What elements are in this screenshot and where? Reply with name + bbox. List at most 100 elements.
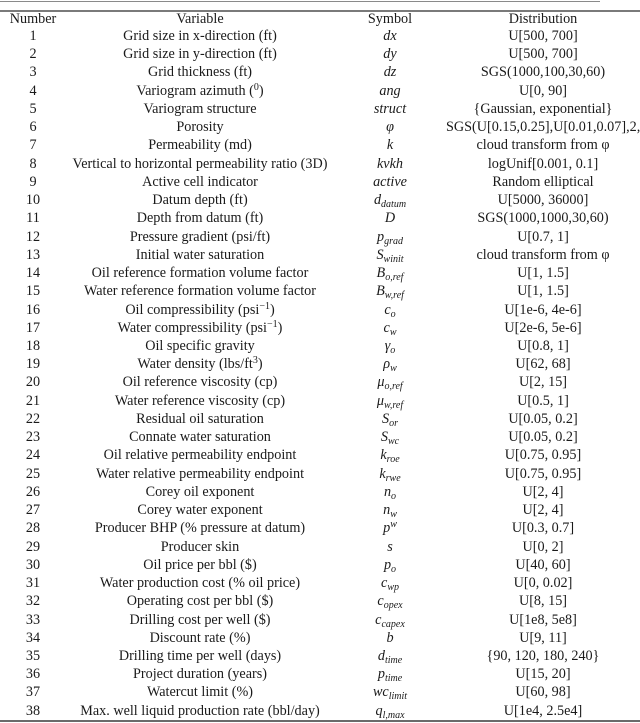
cell-distribution: U[40, 60]: [515, 556, 571, 573]
table-row: 21 Water reference viscosity (cp) μw,ref U[…: [0, 392, 640, 411]
cell-variable: Pressure gradient (psi/ft): [66, 228, 334, 246]
cell-distribution: U[1e4, 2.5e4]: [503, 702, 583, 719]
variable-text: Pressure gradient (psi/ft): [129, 228, 271, 245]
symbol-subscript: capex: [381, 618, 405, 630]
cell-symbol: μw,ref: [334, 392, 446, 411]
variable-text: Grid size in y-direction (ft): [123, 46, 277, 63]
cell-distribution: U[0.5, 1]: [517, 392, 569, 409]
table-row: 17 Water compressibility (psi−1) cw U[2e-6,…: [0, 319, 640, 337]
cell-distribution: U[8, 15]: [518, 593, 568, 610]
variable-suffix: ): [269, 301, 275, 318]
cell-variable: Drilling cost per well ($): [66, 611, 334, 629]
symbol-base: μ: [376, 392, 384, 409]
symbol-base: s: [387, 538, 393, 555]
cell-number: 2: [29, 46, 37, 63]
symbol-base: d: [373, 192, 382, 209]
cell-distribution: U[62, 68]: [515, 356, 571, 373]
cell-variable: Depth from datum (ft): [66, 209, 334, 227]
cell-variable: Discount rate (%): [66, 629, 334, 647]
cell-variable: Oil specific gravity: [66, 337, 334, 355]
cell-symbol: D: [334, 209, 446, 227]
cell-variable: Corey oil exponent: [66, 483, 334, 501]
symbol-base: p: [383, 556, 392, 573]
cell-number: 38: [25, 702, 41, 719]
symbol-base: dy: [383, 46, 397, 63]
cell-number: 20: [25, 374, 41, 391]
cell-variable: Grid thickness (ft): [66, 63, 334, 81]
cell-variable: Variogram structure: [66, 100, 334, 118]
table-row: 24 Oil relative permeability endpoint kroe…: [0, 446, 640, 465]
cell-distribution: U[1e-6, 4e-6]: [504, 301, 582, 318]
variable-suffix: ): [277, 319, 283, 336]
table-row: 32 Operating cost per bbl ($) copex U[8, 15…: [0, 592, 640, 611]
variable-text: Drilling cost per well ($): [129, 611, 271, 628]
symbol-subscript: rwe: [385, 472, 401, 484]
variable-suffix: ): [258, 82, 264, 99]
table-header-row: Number Variable Symbol Distribution: [0, 11, 640, 27]
table-row: 14 Oil reference formation volume factor B…: [0, 264, 640, 283]
cell-variable: Grid size in x-direction (ft): [66, 27, 334, 45]
symbol-subscript: o: [390, 308, 396, 320]
variable-text: Project duration (years): [133, 666, 267, 683]
cell-variable: Residual oil saturation: [66, 410, 334, 428]
variable-text: Permeability (md): [148, 137, 252, 154]
cell-number: 25: [25, 465, 41, 482]
variable-text: Discount rate (%): [149, 629, 251, 646]
table-row: 38 Max. well liquid production rate (bbl/…: [0, 702, 640, 721]
table-row: 29 Producer skin s U[0, 2]: [0, 538, 640, 556]
table-row: 11 Depth from datum (ft) D SGS(1000,1000,30…: [0, 209, 640, 227]
table-row: 10 Datum depth (ft) ddatum U[5000, 36000]: [0, 191, 640, 210]
cell-distribution: Random elliptical: [492, 173, 594, 190]
cell-number: 5: [29, 100, 37, 117]
cell-distribution: U[0.05, 0.2]: [508, 410, 578, 427]
cell-symbol: copex: [334, 592, 446, 611]
cell-symbol: kroe: [334, 446, 446, 465]
cell-distribution: U[1, 1.5]: [517, 265, 569, 282]
cell-symbol: b: [334, 629, 446, 647]
cell-distribution: U[0.8, 1]: [517, 337, 569, 354]
cell-number: 10: [25, 192, 41, 209]
cell-distribution: U[2, 4]: [522, 483, 564, 500]
cell-variable: Initial water saturation: [66, 246, 334, 264]
table-row: 30 Oil price per bbl ($) po U[40, 60]: [0, 556, 640, 575]
table-row: 20 Oil reference viscosity (cp) μo,ref U[2,…: [0, 373, 640, 392]
symbol-base: k: [386, 137, 394, 154]
header-variable: Variable: [176, 11, 224, 27]
table-row: 13 Initial water saturation Swinit cloud tr…: [0, 246, 640, 265]
cell-symbol: ql,max: [334, 702, 446, 721]
cell-symbol: wclimit: [334, 683, 446, 702]
variable-text: Drilling time per well (days): [118, 647, 282, 664]
cell-number: 19: [25, 356, 41, 373]
cell-symbol: γo: [334, 337, 446, 356]
cell-symbol: pgrad: [334, 228, 446, 247]
cell-symbol: po: [334, 556, 446, 575]
symbol-base: q: [375, 702, 383, 719]
symbol-base: d: [377, 647, 385, 664]
symbol-base: dz: [383, 64, 397, 81]
table-row: 34 Discount rate (%) b U[9, 11]: [0, 629, 640, 647]
symbol-base: B: [376, 265, 386, 282]
table-row: 25 Water relative permeability endpoint kr…: [0, 465, 640, 484]
cell-number: 15: [25, 283, 41, 300]
cell-symbol: dy: [334, 45, 446, 63]
table-row: 33 Drilling cost per well ($) ccapex U[1e8,…: [0, 611, 640, 630]
symbol-base: wc: [372, 684, 389, 701]
cell-symbol: dx: [334, 27, 446, 45]
cell-variable: Oil price per bbl ($): [66, 556, 334, 574]
cell-variable: Oil relative permeability endpoint: [66, 446, 334, 464]
table-row: 15 Water reference formation volume facto…: [0, 282, 640, 301]
cell-symbol: ddatum: [334, 191, 446, 210]
variable-text: Vertical to horizontal permeability rati…: [72, 155, 328, 172]
symbol-base: D: [384, 210, 396, 227]
table-row: 22 Residual oil saturation Sor U[0.05, 0.2]: [0, 410, 640, 429]
cell-symbol: Swinit: [334, 246, 446, 265]
variable-text: Oil reference viscosity (cp): [122, 374, 278, 391]
cell-symbol: dz: [334, 63, 446, 81]
cell-number: 12: [25, 228, 41, 245]
symbol-base: p: [377, 666, 385, 683]
cell-symbol: ccapex: [334, 611, 446, 630]
cell-symbol: dtime: [334, 647, 446, 666]
cell-number: 27: [25, 502, 41, 519]
cell-symbol: pw: [334, 519, 446, 537]
table-row: 1 Grid size in x-direction (ft) dx U[500, 7…: [0, 27, 640, 45]
